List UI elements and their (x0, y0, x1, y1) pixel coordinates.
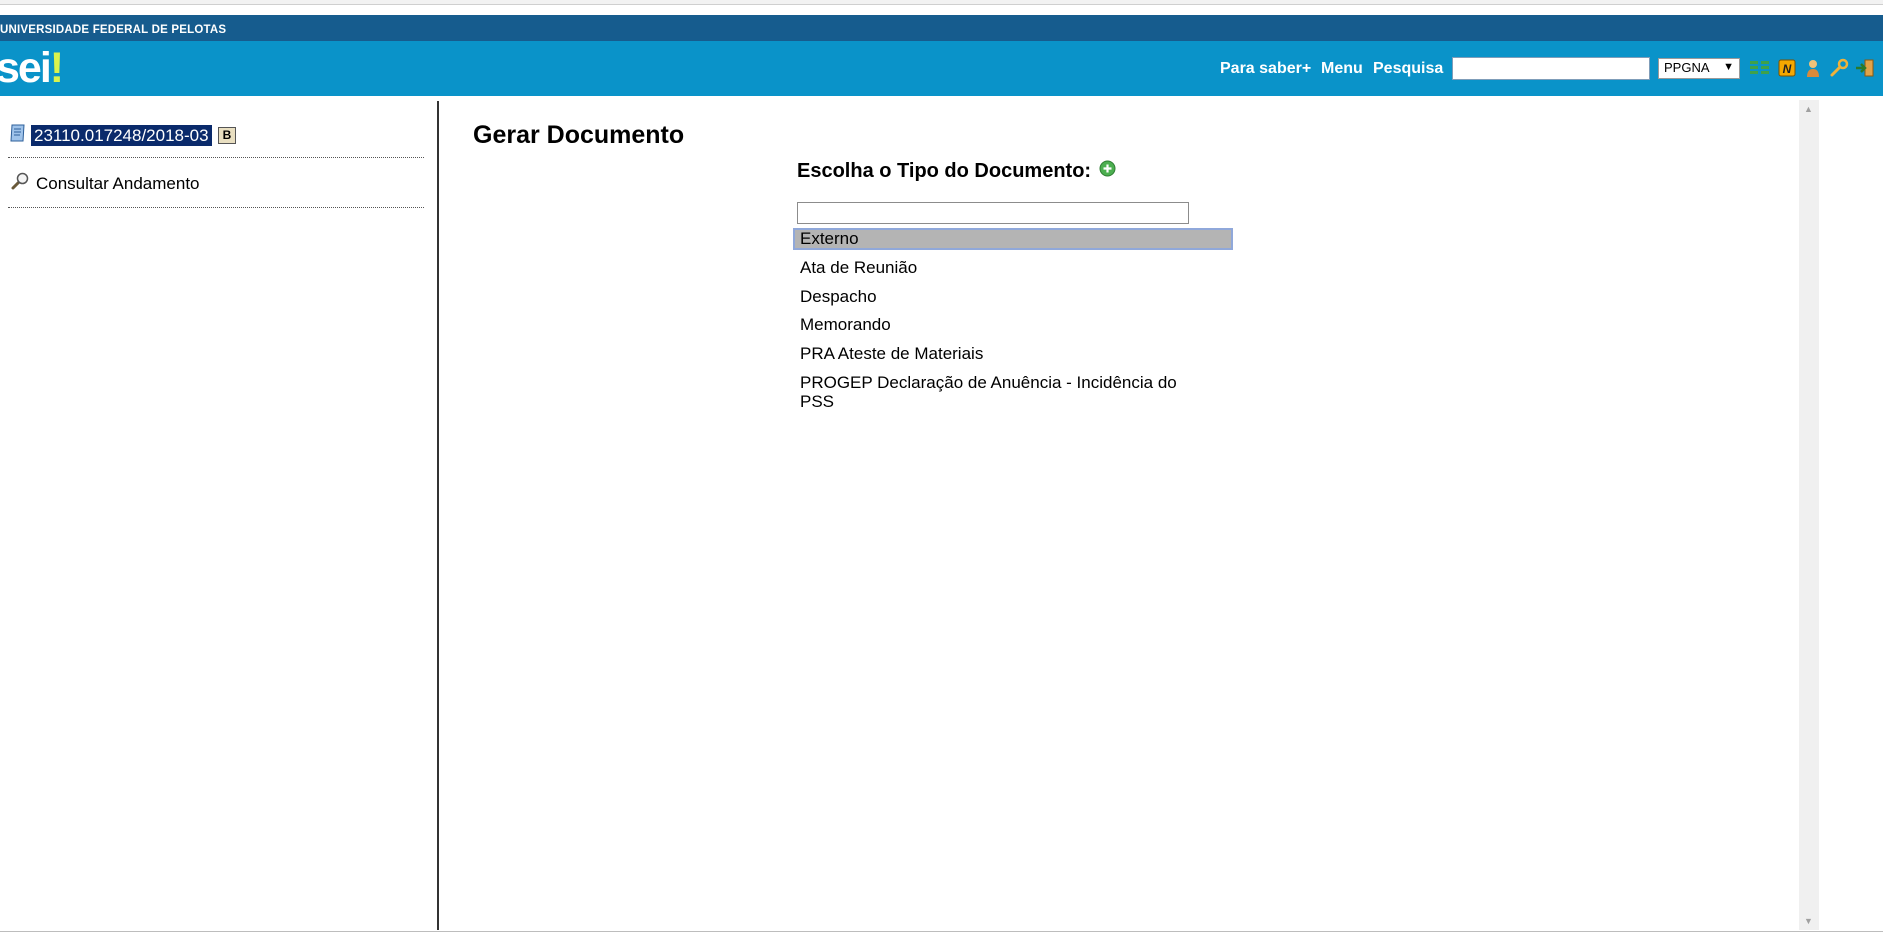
unit-select-value: PPGNA (1664, 60, 1710, 75)
vertical-scrollbar[interactable]: ▲ ▼ (1799, 100, 1819, 930)
document-type-filter-input[interactable] (797, 202, 1189, 224)
consultar-andamento-link[interactable]: Consultar Andamento (10, 171, 200, 196)
document-type-option[interactable]: Despacho (793, 287, 1205, 306)
document-type-list: Externo Ata de Reunião Despacho Memorando PR… (793, 228, 1245, 420)
logo-mark: ! (49, 44, 64, 92)
para-saber-link[interactable]: Para saber+ (1220, 60, 1311, 78)
document-type-option[interactable]: PROGEP Declaração de Anuência - Incidênc… (793, 373, 1205, 411)
document-type-option[interactable]: Externo (793, 228, 1233, 250)
wrench-icon[interactable] (1829, 58, 1849, 78)
document-type-option[interactable]: Memorando (793, 315, 1205, 334)
menu-link[interactable]: Menu (1321, 60, 1363, 78)
magnifier-icon (10, 171, 30, 196)
notice-n-icon[interactable]: N (1777, 58, 1797, 78)
exit-icon[interactable] (1855, 58, 1875, 78)
consultar-andamento-label: Consultar Andamento (36, 173, 200, 193)
process-tree-root[interactable]: 23110.017248/2018-03 B (9, 123, 237, 148)
unit-select[interactable]: PPGNA ▼ (1658, 58, 1740, 79)
window-top-border (0, 0, 1883, 5)
search-input[interactable] (1452, 57, 1650, 80)
process-badge[interactable]: B (217, 126, 237, 144)
chevron-down-icon: ▼ (1723, 61, 1734, 73)
tree-separator (8, 207, 424, 208)
sei-logo[interactable]: sei! (0, 44, 64, 93)
panel-divider[interactable] (437, 101, 439, 930)
process-document-icon (9, 123, 27, 148)
pesquisa-link[interactable]: Pesquisa (1373, 60, 1443, 78)
user-icon[interactable] (1803, 58, 1823, 78)
logo-text: sei (0, 44, 52, 92)
choose-type-heading: Escolha o Tipo do Documento: (797, 160, 1116, 183)
page-title: Gerar Documento (473, 121, 685, 149)
plus-circle-icon[interactable] (1099, 160, 1116, 183)
institution-bar (0, 15, 1883, 41)
scroll-up-arrow-icon[interactable]: ▲ (1804, 104, 1813, 114)
choose-type-label: Escolha o Tipo do Documento: (797, 160, 1092, 182)
process-tree-panel (0, 100, 436, 930)
tree-separator (8, 157, 424, 158)
institution-name: UNIVERSIDADE FEDERAL DE PELOTAS (0, 24, 227, 36)
scroll-down-arrow-icon[interactable]: ▼ (1804, 916, 1813, 926)
svg-text:N: N (1783, 62, 1792, 76)
window-bottom-border (0, 931, 1883, 932)
document-type-option[interactable]: Ata de Reunião (793, 258, 1205, 277)
process-number[interactable]: 23110.017248/2018-03 (31, 124, 212, 146)
document-type-option[interactable]: PRA Ateste de Materiais (793, 344, 1205, 363)
list-view-icon[interactable] (1750, 58, 1770, 78)
